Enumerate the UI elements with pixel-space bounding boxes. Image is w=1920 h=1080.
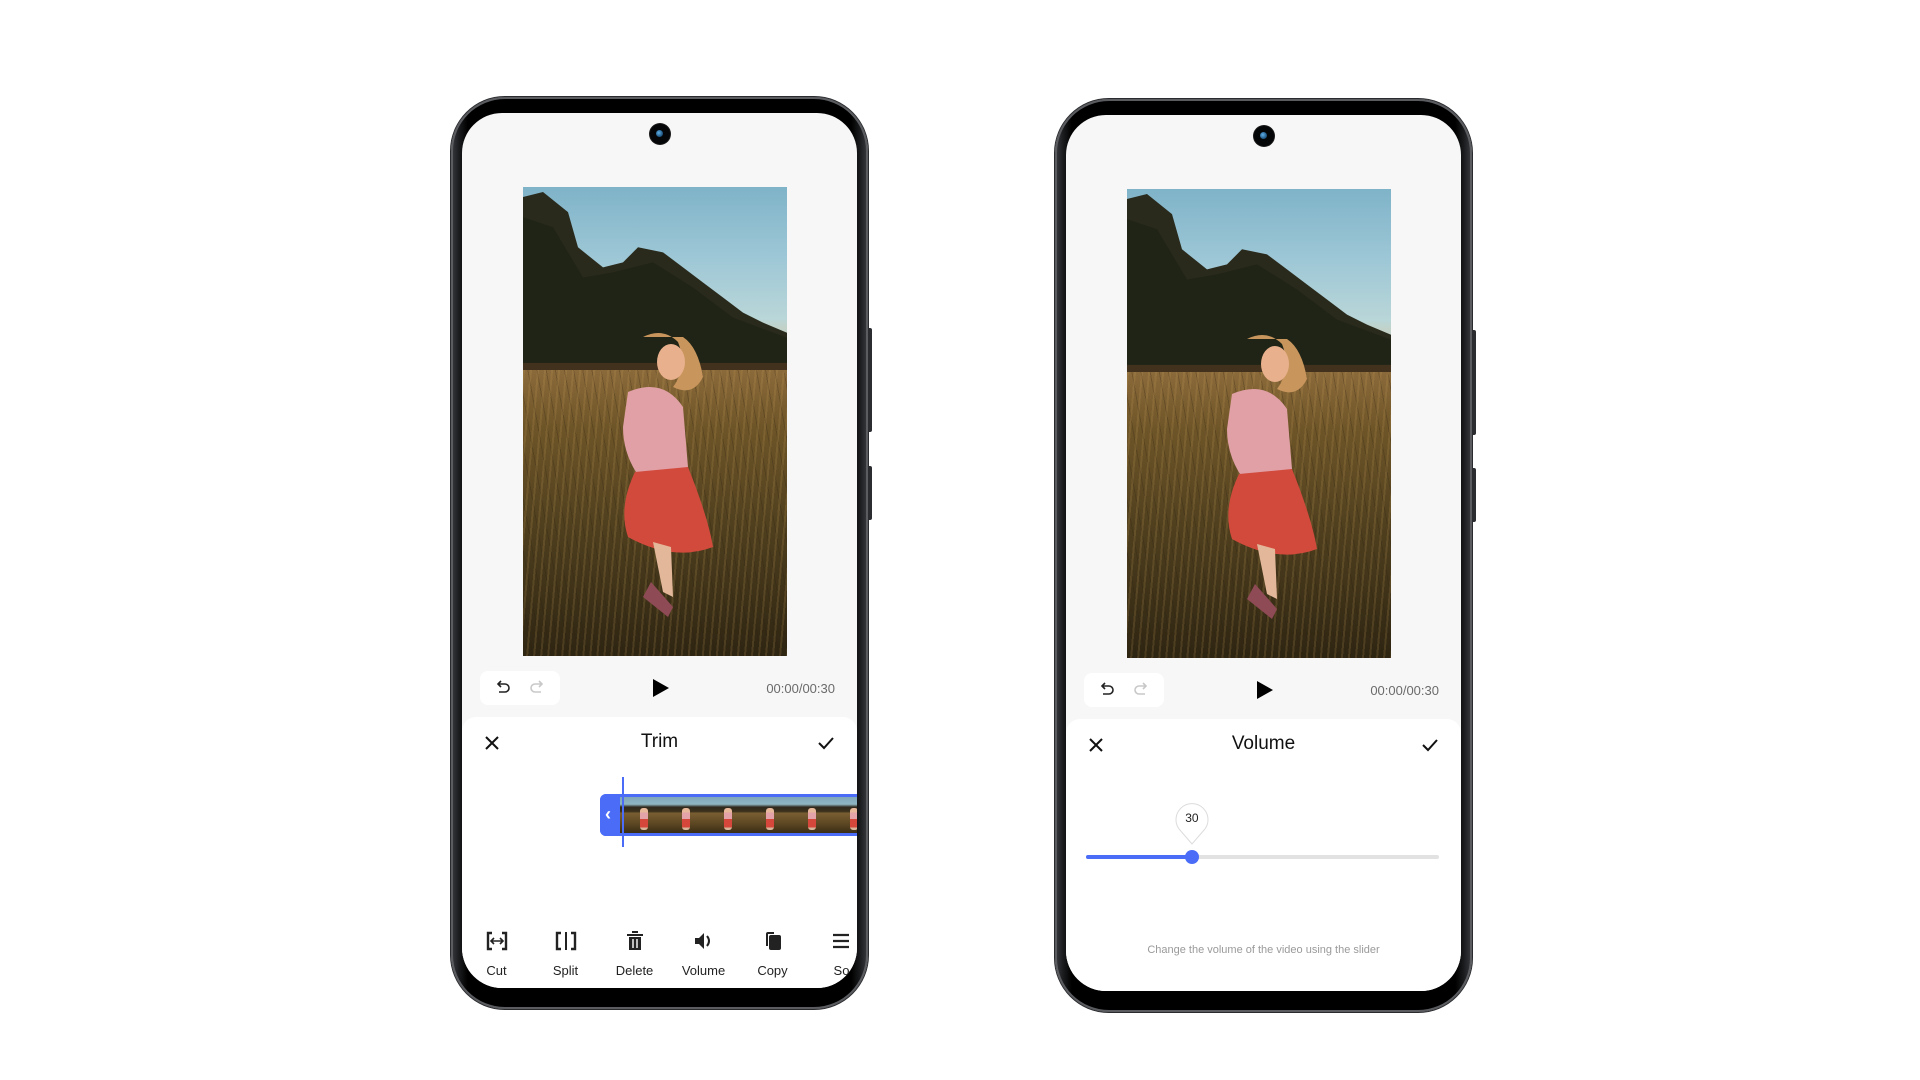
playback-controls: 00:00/00:30 xyxy=(1066,669,1461,715)
clip-thumbnail xyxy=(746,797,788,833)
screen: 00:00/00:30 Trim ‹ Cut Split Delete Volu… xyxy=(462,113,857,988)
tool-label: So xyxy=(833,963,850,978)
panel-title: Volume xyxy=(1231,733,1296,754)
check-icon[interactable] xyxy=(1421,737,1439,753)
phone-side-button xyxy=(868,466,872,520)
tool-copy[interactable]: Copy xyxy=(738,929,807,978)
clip-timeline[interactable]: ‹ xyxy=(600,794,857,836)
clip-thumbnail xyxy=(620,797,662,833)
clip-thumbnail xyxy=(788,797,830,833)
tool-label: Cut xyxy=(486,963,507,978)
tool-label: Copy xyxy=(757,963,788,978)
volume-hint: Change the volume of the video using the… xyxy=(1147,944,1380,956)
playback-time: 00:00/00:30 xyxy=(1370,683,1439,698)
undo-icon[interactable] xyxy=(1098,681,1116,699)
copy-icon xyxy=(765,932,781,950)
woman-figure xyxy=(1227,335,1317,619)
trash-icon xyxy=(626,931,643,950)
phone-trim: 00:00/00:30 Trim ‹ Cut Split Delete Volu… xyxy=(451,97,872,1009)
sort-icon xyxy=(832,933,849,949)
clip-thumbnail xyxy=(830,797,857,833)
video-preview[interactable] xyxy=(523,187,787,656)
playback-controls: 00:00/00:30 xyxy=(462,667,857,713)
undo-redo-group xyxy=(480,671,560,705)
slider-fill xyxy=(1086,855,1192,859)
chevron-left-icon: ‹ xyxy=(605,804,611,824)
play-icon[interactable] xyxy=(1256,680,1274,700)
camera-hole xyxy=(1253,126,1274,146)
tool-cut[interactable]: Cut xyxy=(462,929,531,978)
volume-icon xyxy=(694,933,710,949)
camera-hole xyxy=(649,124,670,144)
play-icon[interactable] xyxy=(652,678,670,698)
trim-handle-left[interactable]: ‹ xyxy=(600,794,620,836)
clip-thumbnail xyxy=(704,797,746,833)
playback-time: 00:00/00:30 xyxy=(766,681,835,696)
phone-side-button xyxy=(1472,468,1476,522)
panel-title: Trim xyxy=(640,731,679,752)
phone-volume: 00:00/00:30 Volume 30 Change the volume … xyxy=(1055,99,1476,1012)
undo-redo-group xyxy=(1084,673,1164,707)
phone-side-button xyxy=(1472,330,1476,435)
trim-panel: Trim ‹ Cut Split Delete Volume Copy So xyxy=(462,717,857,988)
tool-label: Delete xyxy=(615,963,654,978)
playhead[interactable] xyxy=(622,777,624,847)
split-icon xyxy=(555,931,576,951)
redo-icon[interactable] xyxy=(528,679,546,697)
video-preview[interactable] xyxy=(1127,189,1391,658)
panel-header: Volume xyxy=(1066,719,1461,771)
redo-icon[interactable] xyxy=(1132,681,1150,699)
cut-icon xyxy=(486,931,507,951)
screen: 00:00/00:30 Volume 30 Change the volume … xyxy=(1066,115,1461,991)
woman-figure xyxy=(623,333,713,617)
thumbnail-strip xyxy=(620,797,857,833)
check-icon[interactable] xyxy=(817,735,835,751)
tool-label: Split xyxy=(552,963,579,978)
tool-volume[interactable]: Volume xyxy=(669,929,738,978)
tool-sort[interactable]: So xyxy=(807,929,857,978)
slider-value-tooltip: 30 xyxy=(1174,801,1210,845)
volume-slider[interactable]: 30 xyxy=(1086,801,1439,881)
clip-thumbnail xyxy=(662,797,704,833)
tool-split[interactable]: Split xyxy=(531,929,600,978)
tool-delete[interactable]: Delete xyxy=(600,929,669,978)
undo-icon[interactable] xyxy=(494,679,512,697)
slider-value: 30 xyxy=(1185,811,1199,825)
tool-label: Volume xyxy=(681,963,726,978)
panel-header: Trim xyxy=(462,717,857,769)
tool-bar: Cut Split Delete Volume Copy So xyxy=(462,929,857,978)
volume-panel: Volume 30 Change the volume of the video… xyxy=(1066,719,1461,991)
slider-thumb[interactable] xyxy=(1184,850,1199,864)
phone-side-button xyxy=(868,328,872,432)
